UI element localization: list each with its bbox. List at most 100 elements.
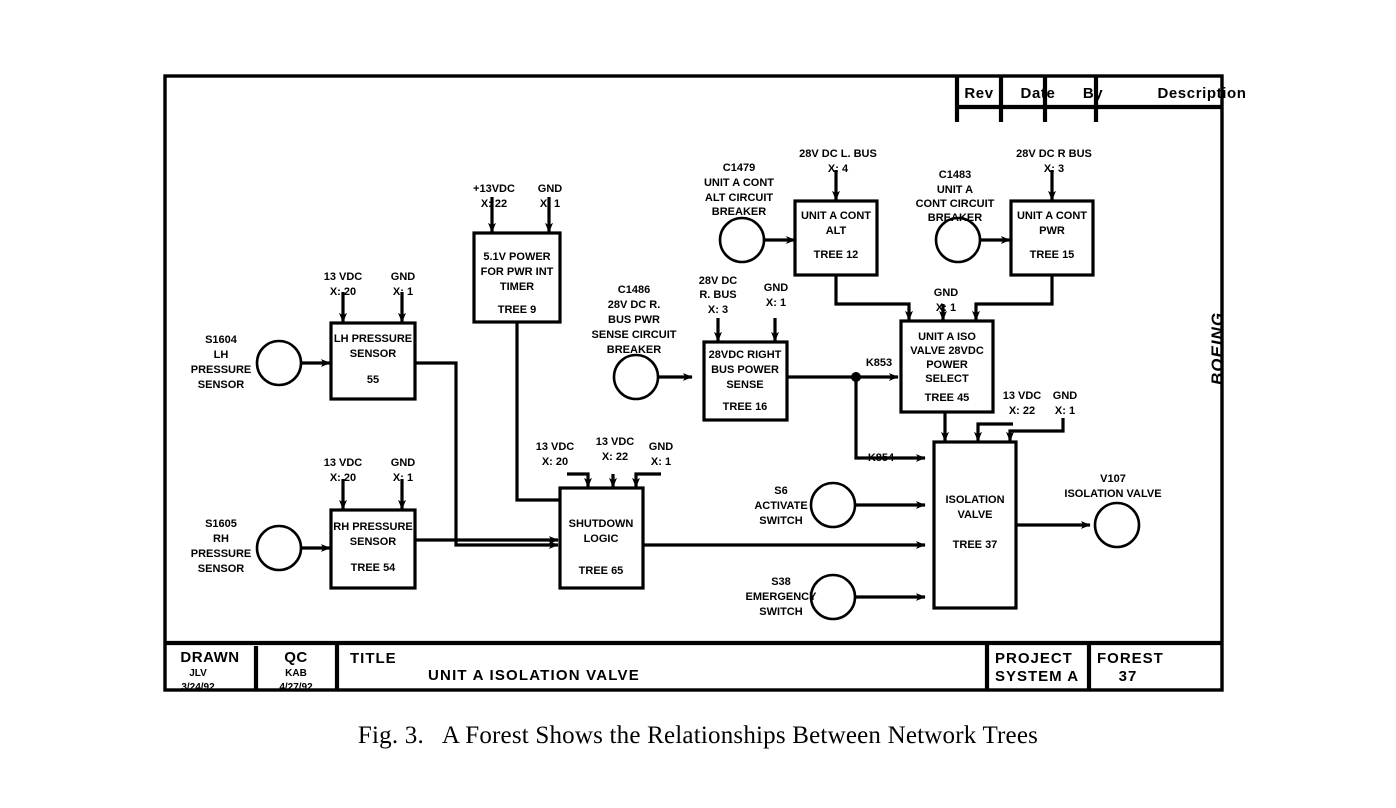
node-c1486[interactable] <box>612 353 660 401</box>
rev-column-rev: Rev <box>964 85 993 102</box>
label-s38: S38 EMERGENCY SWITCH <box>746 576 818 618</box>
rh-sensor-line2: SENSOR <box>350 536 397 548</box>
valve-gnd-x: X: 1 <box>1055 405 1075 417</box>
c1479-line3: ALT CIRCUIT <box>705 192 774 204</box>
rh-sensor-line1: RH PRESSURE <box>333 521 412 533</box>
shutdown-logic-tree: TREE 65 <box>579 565 624 577</box>
power-select-line3: POWER <box>926 359 968 371</box>
node-s1605[interactable] <box>255 524 303 572</box>
timer-gnd-x: X: 1 <box>540 198 560 210</box>
shutdown-logic-line1: SHUTDOWN <box>569 518 634 530</box>
drawn-label: DRAWN <box>180 649 239 666</box>
s6-line1: S6 <box>774 485 787 497</box>
block-lh-pressure-sensor[interactable]: LH PRESSURE SENSOR 55 <box>329 321 417 401</box>
signal-k853: K853 <box>866 357 892 369</box>
isolation-valve-tree: TREE 37 <box>953 539 998 551</box>
node-s6[interactable] <box>809 481 857 529</box>
c1483-line3: CONT CIRCUIT <box>916 198 995 210</box>
block-unit-a-cont-pwr[interactable]: UNIT A CONT PWR TREE 15 <box>1009 199 1095 277</box>
s1604-line1: S1604 <box>205 334 238 346</box>
lh-vdc-name: 13 VDC <box>324 271 363 283</box>
label-v107: V107 ISOLATION VALVE <box>1064 473 1161 500</box>
sd-vdc22-name: 13 VDC <box>596 436 635 448</box>
forest-label: FOREST <box>1097 650 1164 667</box>
rh-sensor-tree: TREE 54 <box>351 562 397 574</box>
signal-k854: K854 <box>868 452 895 464</box>
block-iso-valve-power-select[interactable]: UNIT A ISO VALVE 28VDC POWER SELECT TREE… <box>899 319 995 414</box>
s38-line3: SWITCH <box>759 606 802 618</box>
sense-gnd-x: X: 1 <box>766 297 786 309</box>
shutdown-logic-line2: LOGIC <box>584 533 619 545</box>
c1479-line1: C1479 <box>723 162 755 174</box>
timer-vdc-x: X: 22 <box>481 198 507 210</box>
wire-pwr-to-power-select <box>972 275 1054 321</box>
node-s1604[interactable] <box>255 339 303 387</box>
s1605-line4: SENSOR <box>198 563 245 575</box>
wire-timer-to-shutdown <box>515 322 575 502</box>
c1483-line4: BREAKER <box>928 212 982 224</box>
block-unit-a-cont-alt[interactable]: UNIT A CONT ALT TREE 12 <box>793 199 879 277</box>
label-s6: S6 ACTIVATE SWITCH <box>754 485 807 527</box>
label-rh-gnd: GND X: 1 <box>391 457 416 484</box>
pwr-int-timer-line2: FOR PWR INT <box>481 266 554 278</box>
block-rh-pressure-sensor[interactable]: RH PRESSURE SENSOR TREE 54 <box>329 508 417 590</box>
node-c1479[interactable] <box>718 216 766 264</box>
cont-pwr-tree: TREE 15 <box>1030 249 1075 261</box>
figure-number: Fig. 3. <box>357 722 424 749</box>
alt-bus-x: X: 4 <box>828 163 849 175</box>
sense-bus-x: X: 3 <box>708 304 728 316</box>
label-alt-bus: 28V DC L. BUS X: 4 <box>799 148 877 175</box>
s38-line1: S38 <box>771 576 791 588</box>
valve-gnd-name: GND <box>1053 390 1078 402</box>
s38-line2: EMERGENCY <box>746 591 818 603</box>
rev-column-by: By <box>1083 85 1103 102</box>
bus-sense-line3: SENSE <box>726 379 763 391</box>
power-select-tree: TREE 45 <box>925 392 970 404</box>
lh-sensor-line2: SENSOR <box>350 348 397 360</box>
timer-vdc-name: +13VDC <box>473 183 515 195</box>
node-s38[interactable] <box>809 573 857 621</box>
v107-line2: ISOLATION VALVE <box>1064 488 1161 500</box>
block-bus-power-sense[interactable]: 28VDC RIGHT BUS POWER SENSE TREE 16 <box>702 340 789 422</box>
lh-sensor-tree: 55 <box>367 374 379 386</box>
select-gnd-name: GND <box>934 287 959 299</box>
sd-vdc20-x: X: 20 <box>542 456 568 468</box>
title-value: UNIT A ISOLATION VALVE <box>428 667 640 684</box>
pwr-bus-name: 28V DC R BUS <box>1016 148 1092 160</box>
s6-line2: ACTIVATE <box>754 500 807 512</box>
label-sense-bus: 28V DC R. BUS X: 3 <box>699 275 738 316</box>
label-valve-gnd: GND X: 1 <box>1053 390 1078 417</box>
label-c1483: C1483 UNIT A CONT CIRCUIT BREAKER <box>916 169 995 224</box>
node-v107[interactable] <box>1093 501 1141 549</box>
rev-column-description: Description <box>1157 85 1246 102</box>
node-c1483[interactable] <box>934 216 982 264</box>
sd-vdc22-x: X: 22 <box>602 451 628 463</box>
label-c1486: C1486 28V DC R. BUS PWR SENSE CIRCUIT BR… <box>592 284 677 356</box>
wire-alt-to-power-select <box>834 275 913 321</box>
rh-vdc-x: X: 20 <box>330 472 356 484</box>
label-valve-vdc: 13 VDC X: 22 <box>1003 390 1042 417</box>
select-gnd-x: X: 1 <box>936 302 956 314</box>
block-isolation-valve[interactable]: ISOLATION VALVE TREE 37 <box>932 440 1018 610</box>
power-select-line4: SELECT <box>925 373 969 385</box>
label-lh-vdc: 13 VDC X: 20 <box>324 271 363 298</box>
s1605-line2: RH <box>213 533 229 545</box>
block-pwr-int-timer[interactable]: 5.1V POWER FOR PWR INT TIMER TREE 9 <box>472 231 562 324</box>
lh-gnd-x: X: 1 <box>393 286 413 298</box>
pwr-int-timer-line1: 5.1V POWER <box>483 251 550 263</box>
lh-sensor-line1: LH PRESSURE <box>334 333 412 345</box>
c1486-line5: BREAKER <box>607 344 661 356</box>
forest-diagram: Rev Date By Description 5.1V POWER FOR P… <box>163 74 1246 693</box>
sd-gnd-name: GND <box>649 441 674 453</box>
drawing-canvas: Rev Date By Description 5.1V POWER FOR P… <box>0 0 1396 808</box>
pwr-bus-x: X: 3 <box>1044 163 1064 175</box>
isolation-valve-line1: ISOLATION <box>945 494 1004 506</box>
qc-label: QC <box>284 649 308 666</box>
wire-valve-vdc <box>974 422 1013 442</box>
label-timer-gnd: GND X: 1 <box>538 183 563 210</box>
forest-value: 37 <box>1119 668 1138 685</box>
c1483-line2: UNIT A <box>937 184 973 196</box>
wire-valve-gnd <box>1006 418 1065 442</box>
block-shutdown-logic[interactable]: SHUTDOWN LOGIC TREE 65 <box>558 486 645 590</box>
pwr-int-timer-line3: TIMER <box>500 281 534 293</box>
